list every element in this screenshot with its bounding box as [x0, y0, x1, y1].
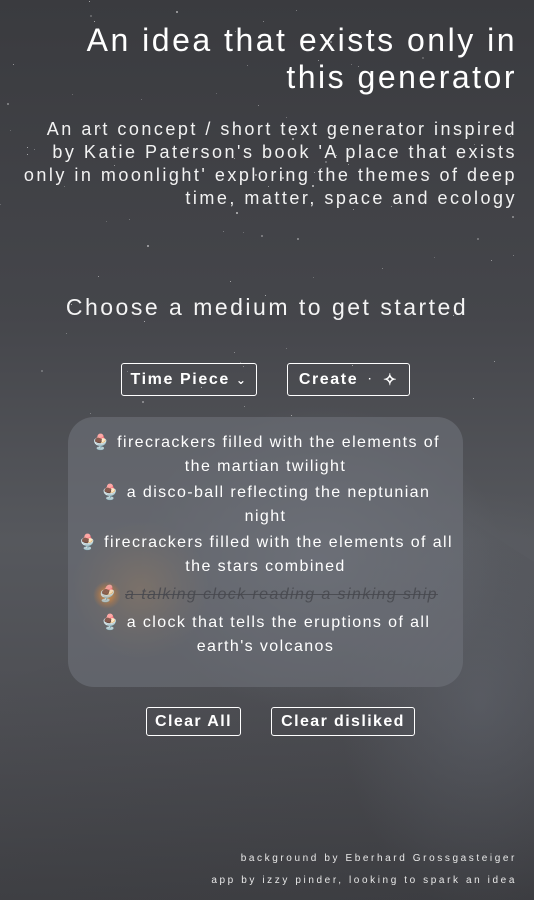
star	[236, 212, 238, 214]
star	[382, 268, 383, 269]
medium-select-value: Time Piece	[130, 370, 230, 388]
create-button-label: Create	[298, 370, 359, 388]
idea-item-disliked[interactable]: 🍨 a talking clock reading a sinking ship	[78, 581, 453, 609]
ideas-list: 🍨 firecrackers filled with the elements o…	[68, 417, 463, 687]
star	[230, 281, 231, 282]
star	[261, 235, 263, 237]
star	[234, 352, 235, 353]
idea-item[interactable]: 🍨 firecrackers filled with the elements o…	[78, 431, 453, 479]
chevron-down-icon: ⌄	[235, 372, 248, 387]
idea-text: firecrackers filled with the elements of…	[104, 534, 453, 575]
star	[473, 398, 474, 399]
star	[106, 221, 107, 222]
separator-dot: ·	[368, 374, 374, 385]
star	[89, 1, 90, 2]
star	[286, 348, 287, 349]
idea-text: a clock that tells the eruptions of all …	[126, 614, 431, 655]
star	[41, 370, 43, 372]
idea-text: firecrackers filled with the elements of…	[117, 434, 440, 475]
app-credit: app by izzy pinder, looking to spark an …	[211, 875, 517, 886]
star	[434, 257, 435, 258]
idea-text: a disco-ball reflecting the neptunian ni…	[126, 484, 431, 525]
star	[243, 232, 244, 233]
background-credit: background by Eberhard Grossgasteiger	[240, 853, 517, 864]
star	[244, 406, 245, 407]
ice-cream-icon[interactable]: 🍨	[78, 534, 98, 551]
star	[223, 231, 224, 232]
ice-cream-icon[interactable]: 🍨	[101, 614, 121, 631]
star	[513, 255, 514, 256]
star	[313, 277, 314, 278]
star	[144, 321, 145, 322]
create-button[interactable]: Create · ✧	[287, 363, 410, 396]
medium-select[interactable]: Time Piece ⌄	[121, 363, 257, 396]
star	[142, 401, 144, 403]
star	[297, 238, 299, 240]
clear-disliked-button[interactable]: Clear disliked	[271, 707, 415, 736]
ice-cream-icon[interactable]: 🍨	[93, 581, 122, 609]
idea-item[interactable]: 🍨 a disco-ball reflecting the neptunian n…	[78, 481, 453, 529]
star	[494, 361, 495, 362]
idea-item[interactable]: 🍨 a clock that tells the eruptions of all…	[78, 611, 453, 659]
medium-prompt: Choose a medium to get started	[65, 294, 469, 320]
star	[0, 204, 1, 205]
idea-item[interactable]: 🍨 firecrackers filled with the elements o…	[78, 531, 453, 579]
star	[512, 216, 514, 218]
star	[296, 10, 297, 11]
star	[10, 130, 11, 131]
star	[90, 413, 91, 414]
page-title: An idea that exists only in this generat…	[86, 22, 517, 95]
star	[13, 64, 14, 65]
ice-cream-icon[interactable]: 🍨	[91, 434, 111, 451]
ice-cream-icon[interactable]: 🍨	[101, 484, 121, 501]
clear-all-button[interactable]: Clear All	[146, 707, 241, 736]
footer: background by Eberhard Grossgasteiger ap…	[211, 848, 517, 892]
star	[98, 276, 99, 277]
sparkle-icon: ✧	[383, 371, 399, 389]
page-subtitle: An art concept / short text generator in…	[23, 119, 517, 208]
star	[66, 333, 67, 334]
star	[90, 15, 92, 17]
idea-text: a talking clock reading a sinking ship	[125, 586, 438, 604]
star	[491, 260, 492, 261]
star	[176, 11, 178, 13]
header: An idea that exists only in this generat…	[17, 22, 517, 210]
star	[477, 238, 479, 240]
star	[129, 219, 130, 220]
star	[7, 103, 9, 105]
star	[147, 245, 149, 247]
